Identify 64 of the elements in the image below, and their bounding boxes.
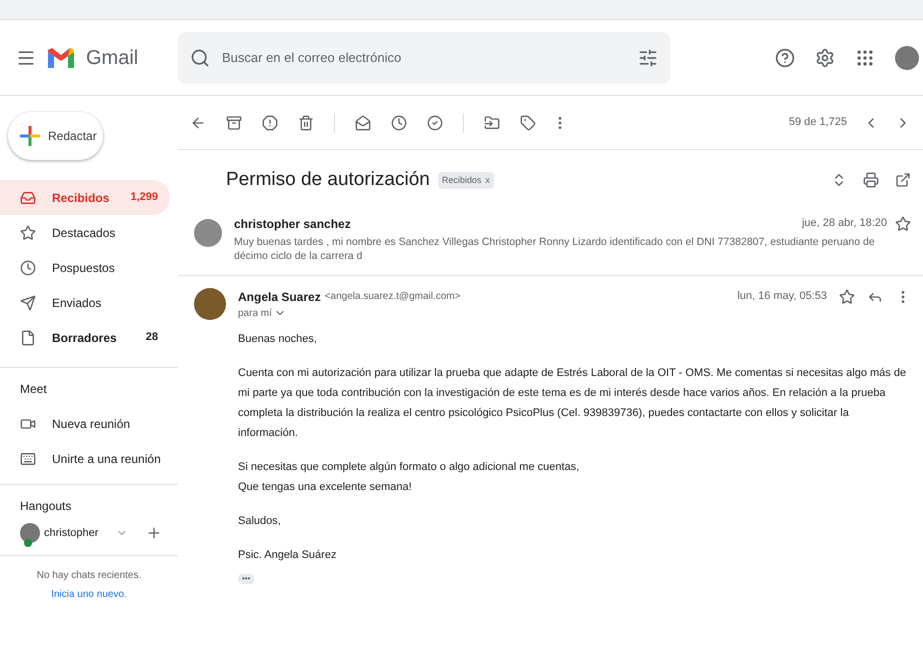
star-icon [20,224,36,240]
email-subject: Permiso de autorización [226,168,430,192]
avatar [194,218,222,246]
body-text: Cuenta con mi autorización para utilizar la prueba que adapte de Estrés Laboral de la OIT - OMS. Me comentas si necesitas algo más de mi parte ya que toda contribución con la investigación de este tema es de mi interés desde hace varios años. En relación a la prueba completa la distribución la realiza el centro psicológico PsicoPlus (Cel. 939839736), puedes contactarte con ellos y solicitar la información. [238,366,908,440]
filter-icon[interactable] [638,48,658,68]
gmail-logo-icon [48,48,74,68]
archive-icon[interactable] [226,114,242,130]
apps-grid-icon[interactable] [855,48,875,68]
start-chat-link[interactable]: Inicia uno nuevo. [51,587,127,602]
folder-item[interactable]: Recibidos 1,299 [0,180,170,215]
avatar [194,288,226,320]
folder-item[interactable]: Pospuestos [0,250,170,285]
section-title: Meet [19,381,48,398]
folder-item[interactable]: Enviados [0,285,170,320]
remove-label[interactable]: x [485,174,490,187]
help-icon[interactable] [775,48,795,68]
body-text: Si necesitas que complete algún formato o algo adicional me cuentas, [238,460,580,474]
user-name[interactable]: christopher [44,524,98,542]
body-text: Saludos, [238,514,282,528]
sender-email: <angela.suarez.t@gmail.com> [324,290,462,304]
check-icon[interactable] [427,114,443,130]
sender-name: christopher sanchez [234,216,352,232]
settings-icon[interactable] [815,48,835,68]
mail-icon[interactable] [355,114,371,130]
delete-icon[interactable] [298,114,314,130]
inbox-icon [20,190,36,206]
body-text: Buenas noches, [238,332,318,346]
tag-icon[interactable] [520,114,536,130]
body-text: Que tengas una excelente semana! [238,480,413,494]
search-field[interactable]: Buscar en el correo electrónico [222,48,626,68]
meet-item[interactable]: Unirte a una reunión [0,441,178,476]
search-bar[interactable]: Buscar en el correo electrónico [178,32,670,84]
message-snippet: Muy buenas tardes , mi nombre es Sanchez Villegas Christopher Ronny Lizardo identificado con el DNI 77382807, estudiante peruano de décimo ciclo de la carrera d [234,234,876,262]
message-date: jue, 28 abr, 18:20 [802,216,887,232]
new-window-icon[interactable] [895,172,911,188]
show-more-button[interactable]: ••• [238,574,254,584]
keyboard-icon [20,450,36,466]
file-icon [20,330,36,346]
folder-item[interactable]: Destacados [0,215,170,250]
report-spam-icon[interactable] [262,114,278,130]
message-position: 59 de 1,725 [788,115,847,130]
app-name: Gmail [86,46,138,70]
section-title: Hangouts [19,498,72,515]
clock-icon [20,260,36,276]
sender-name: Angela Suarez [238,288,321,306]
folder-item[interactable]: Borradores 28 [0,320,170,355]
empty-chats-text: No hay chats recientes. [36,569,142,583]
send-icon [20,294,36,310]
search-icon[interactable] [190,48,210,68]
account-avatar[interactable] [895,46,919,70]
body-text: Psic. Angela Suárez [238,548,338,562]
add-icon[interactable] [146,525,162,541]
message-date: lun, 16 may, 05:53 [737,289,827,304]
clock-icon[interactable] [391,114,407,130]
back-icon[interactable] [190,114,206,130]
inbox-label-chip[interactable]: Recibidos x [438,172,494,189]
move-to-icon[interactable] [484,114,500,130]
recipient-label: para mí [238,306,272,320]
meet-item[interactable]: Nueva reunión [0,406,178,441]
star-icon[interactable] [895,216,911,232]
compose-button[interactable]: Redactar [8,112,103,160]
print-icon[interactable] [863,172,879,188]
star-icon[interactable] [839,288,855,304]
plus-icon [20,126,40,146]
